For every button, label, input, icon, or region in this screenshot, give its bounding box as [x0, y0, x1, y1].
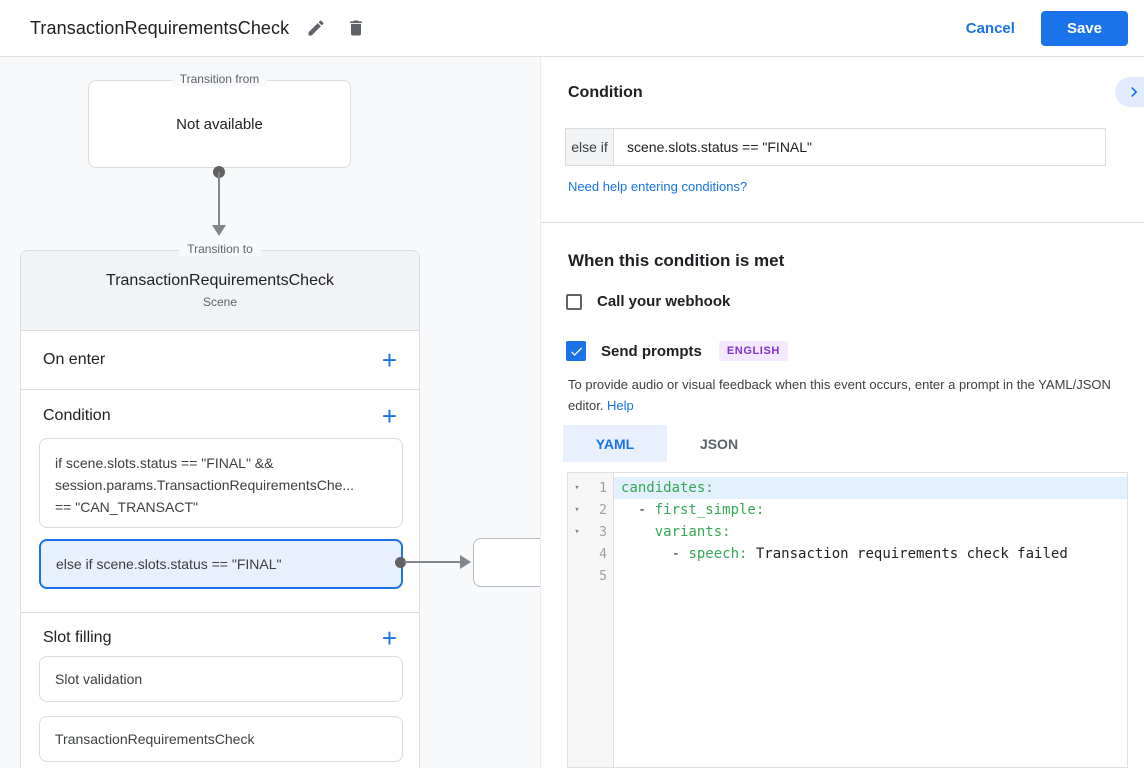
- on-enter-label: On enter: [43, 351, 105, 369]
- transition-out-line: [404, 561, 460, 563]
- checkbox-checked[interactable]: [566, 341, 586, 361]
- code-text: -: [621, 546, 688, 562]
- add-condition-button[interactable]: +: [376, 403, 403, 429]
- webhook-checkbox-row[interactable]: Call your webhook: [566, 293, 730, 310]
- add-on-enter-button[interactable]: +: [376, 347, 403, 373]
- code-text: -: [621, 502, 655, 518]
- editor-code-area[interactable]: candidates: - first_simple: variants: - …: [614, 473, 1127, 767]
- line-number: 5: [586, 569, 613, 584]
- fold-toggle-icon[interactable]: ▾: [568, 527, 586, 537]
- conditions-help-link[interactable]: Need help entering conditions?: [568, 179, 747, 194]
- save-button[interactable]: Save: [1041, 11, 1128, 46]
- language-badge: ENGLISH: [719, 341, 788, 361]
- send-prompts-label: Send prompts: [601, 343, 702, 360]
- edit-icon[interactable]: [303, 15, 329, 41]
- yaml-editor[interactable]: ▾ 1 ▾ 2 ▾ 3 4 5: [567, 472, 1128, 768]
- line-number: 3: [586, 525, 613, 540]
- panel-title: Condition: [568, 84, 643, 102]
- topbar: TransactionRequirementsCheck Cancel Save: [0, 0, 1144, 57]
- code-key: variants:: [655, 524, 731, 540]
- line-number: 4: [586, 547, 613, 562]
- condition-expression-input[interactable]: [614, 128, 1106, 166]
- transition-from-box: Transition from Not available: [88, 80, 351, 168]
- page-title: TransactionRequirementsCheck: [30, 18, 289, 39]
- slot-item-label: Slot validation: [55, 671, 142, 687]
- code-key: candidates:: [621, 480, 714, 496]
- panel-divider: [541, 222, 1144, 223]
- chevron-right-icon: [1124, 82, 1144, 102]
- tab-json[interactable]: JSON: [667, 425, 771, 462]
- collapse-panel-button[interactable]: [1115, 77, 1144, 107]
- send-prompts-checkbox-row[interactable]: Send prompts ENGLISH: [566, 341, 788, 361]
- fold-toggle-icon[interactable]: ▾: [568, 483, 586, 493]
- fold-toggle-icon[interactable]: ▾: [568, 505, 586, 515]
- code-line[interactable]: [614, 565, 1127, 587]
- line-number: 1: [586, 481, 613, 496]
- scene-type: Scene: [203, 295, 237, 309]
- section-condition: Condition +: [21, 390, 419, 442]
- connector-line: [218, 172, 220, 225]
- transition-target-box[interactable]: [473, 538, 541, 587]
- section-on-enter: On enter +: [21, 331, 419, 390]
- scene-card: Transition to TransactionRequirementsChe…: [20, 250, 420, 768]
- trash-icon[interactable]: [343, 15, 369, 41]
- condition-item-selected[interactable]: else if scene.slots.status == "FINAL": [39, 539, 403, 589]
- line-number: 2: [586, 503, 613, 518]
- editor-tabs: YAML JSON: [563, 425, 771, 462]
- when-met-heading: When this condition is met: [568, 251, 784, 271]
- code-line[interactable]: variants:: [614, 521, 1127, 543]
- scene-editor: TransactionRequirementsCheck Cancel Save…: [0, 0, 1144, 768]
- condition-label: Condition: [43, 407, 111, 425]
- scene-diagram-canvas: Transition from Not available Transition…: [0, 57, 541, 768]
- slot-item[interactable]: TransactionRequirementsCheck: [39, 716, 403, 762]
- transition-from-content: Not available: [176, 116, 263, 133]
- condition-item[interactable]: if scene.slots.status == "FINAL" && sess…: [39, 438, 403, 528]
- transition-from-label: Transition from: [172, 72, 268, 86]
- prompt-description: To provide audio or visual feedback when…: [568, 375, 1131, 417]
- condition-line: == "CAN_TRANSACT": [55, 496, 387, 518]
- check-icon: [569, 344, 584, 359]
- slot-item-label: TransactionRequirementsCheck: [55, 731, 254, 747]
- condition-prefix: else if: [565, 128, 614, 166]
- slot-filling-label: Slot filling: [43, 629, 111, 647]
- code-key: speech:: [688, 546, 747, 562]
- tab-yaml[interactable]: YAML: [563, 425, 667, 462]
- connector-arrowhead: [212, 225, 226, 236]
- scene-name: TransactionRequirementsCheck: [106, 272, 334, 290]
- code-line[interactable]: - first_simple:: [614, 499, 1127, 521]
- condition-panel: Condition else if Need help entering con…: [541, 57, 1144, 768]
- code-line[interactable]: candidates:: [614, 477, 1127, 499]
- slot-item[interactable]: Slot validation: [39, 656, 403, 702]
- cancel-button[interactable]: Cancel: [966, 20, 1015, 37]
- code-key: first_simple:: [655, 502, 765, 518]
- prompt-help-link[interactable]: Help: [607, 398, 634, 413]
- add-slot-button[interactable]: +: [376, 625, 403, 651]
- checkbox-unchecked[interactable]: [566, 294, 582, 310]
- condition-line: session.params.TransactionRequirementsCh…: [55, 474, 387, 496]
- condition-expression-row: else if: [565, 128, 1106, 166]
- code-value: Transaction requirements check failed: [747, 546, 1067, 562]
- scene-card-header: Transition to TransactionRequirementsChe…: [21, 251, 419, 331]
- condition-line: if scene.slots.status == "FINAL" &&: [55, 452, 387, 474]
- condition-line: else if scene.slots.status == "FINAL": [56, 553, 281, 575]
- code-line[interactable]: - speech: Transaction requirements check…: [614, 543, 1127, 565]
- editor-gutter: ▾ 1 ▾ 2 ▾ 3 4 5: [568, 473, 614, 767]
- prompt-description-text: To provide audio or visual feedback when…: [568, 377, 1111, 413]
- code-text: [621, 524, 655, 540]
- transition-to-label: Transition to: [179, 242, 261, 256]
- transition-out-arrowhead: [460, 555, 471, 569]
- webhook-label: Call your webhook: [597, 293, 730, 310]
